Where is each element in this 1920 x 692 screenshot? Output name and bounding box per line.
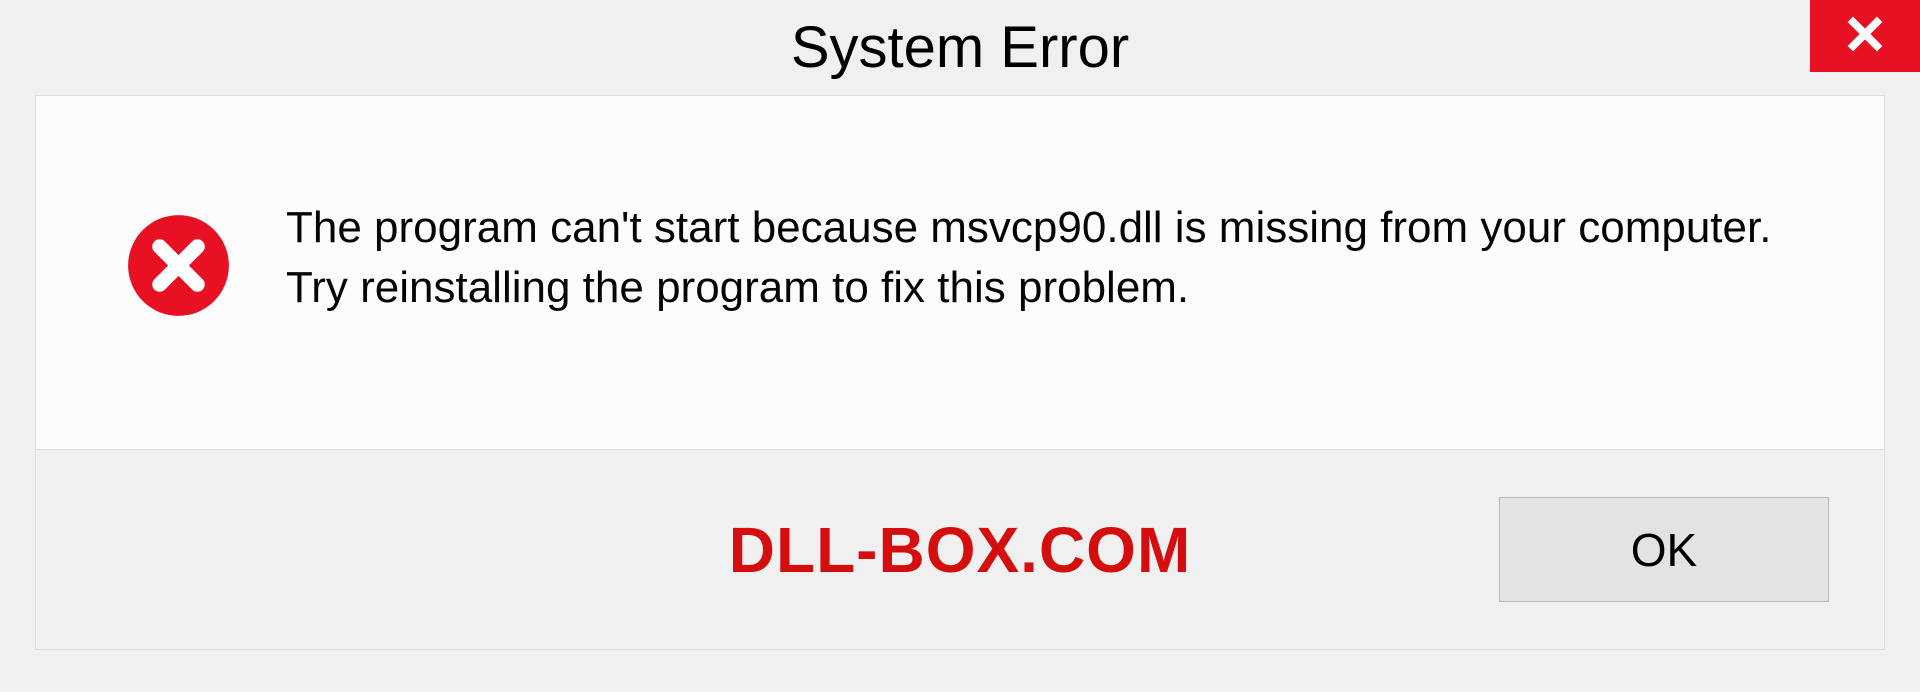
close-button[interactable]	[1810, 0, 1920, 72]
dialog-title: System Error	[791, 14, 1129, 81]
watermark-text: DLL-BOX.COM	[729, 513, 1192, 587]
dialog-message: The program can't start because msvcp90.…	[286, 198, 1824, 317]
ok-button[interactable]: OK	[1499, 497, 1829, 602]
dialog-body: The program can't start because msvcp90.…	[35, 95, 1885, 450]
error-icon	[126, 213, 231, 318]
close-icon	[1843, 12, 1887, 61]
dialog-footer: DLL-BOX.COM OK	[35, 450, 1885, 650]
dialog-title-bar: System Error	[0, 0, 1920, 95]
